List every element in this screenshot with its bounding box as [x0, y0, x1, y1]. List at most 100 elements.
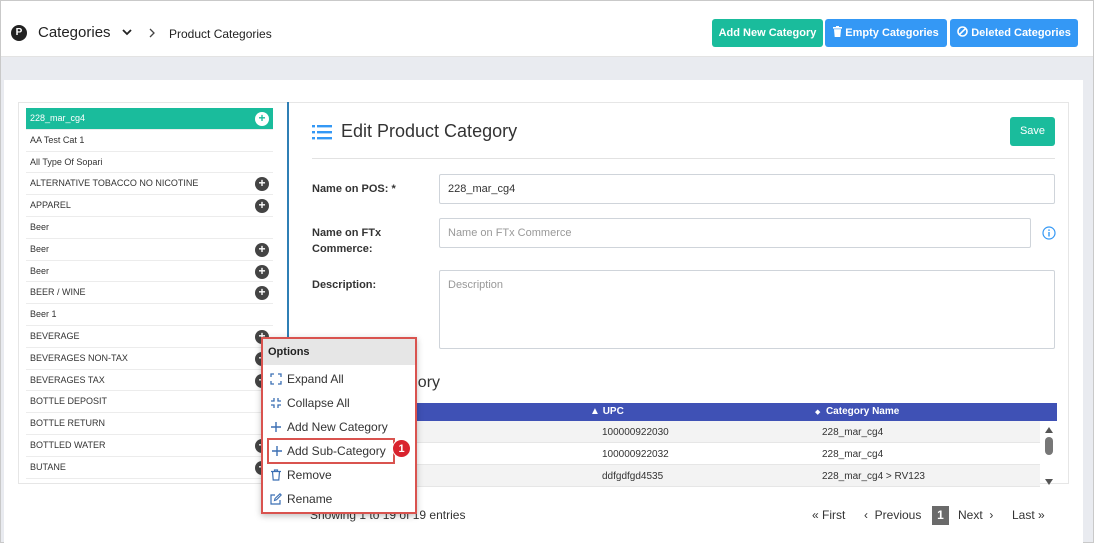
tree-item[interactable]: BEER / WINE + [26, 282, 273, 305]
next-page-link[interactable]: Next › [958, 508, 993, 522]
collapse-icon [271, 398, 281, 408]
tree-item[interactable]: BOTTLE RETURN [26, 413, 273, 435]
first-page-link[interactable]: « First [812, 508, 845, 522]
edit-category-title: Edit Product Category [341, 121, 518, 141]
breadcrumb-section[interactable]: Categories [38, 24, 111, 41]
products-table-header: ▲ UPC ◆ Category Name [404, 403, 1057, 421]
add-child-plus-icon[interactable]: + [255, 177, 269, 192]
add-child-plus-icon[interactable]: + [255, 242, 269, 257]
tree-item-label: BOTTLED WATER [30, 439, 106, 450]
row-category: 228_mar_cg4 [822, 449, 884, 460]
current-page[interactable]: 1 [932, 506, 949, 525]
menu-item-label: Remove [287, 468, 332, 482]
tree-item-label: BEVERAGE [30, 330, 80, 341]
add-child-plus-icon[interactable]: + [255, 112, 269, 126]
sort-icon: ◆ [815, 409, 821, 416]
tree-item-label: ALTERNATIVE TOBACCO NO NICOTINE [30, 178, 199, 189]
tree-item[interactable]: Beer [26, 217, 273, 239]
tree-item[interactable]: BEVERAGE + [26, 326, 273, 348]
top-bar: P Categories Product Categories Add New … [1, 1, 1093, 57]
tree-item-label: Beer [30, 265, 50, 276]
menu-item-add-new-category[interactable]: Add New Category [263, 415, 415, 439]
last-page-link[interactable]: Last » [1012, 508, 1045, 522]
empty-categories-label: Empty Categories [845, 27, 939, 39]
tree-item-label: BUTANE [30, 461, 66, 472]
previous-label: Previous [874, 508, 922, 522]
tree-item[interactable]: BUTANE+ [26, 457, 273, 479]
row-upc: 100000922030 [602, 427, 669, 438]
save-button[interactable]: Save [1010, 117, 1055, 146]
menu-item-rename[interactable]: Rename [263, 487, 415, 511]
row-upc: 100000922032 [602, 449, 669, 460]
breadcrumb-page: Product Categories [169, 27, 272, 41]
tree-item[interactable]: BEVERAGES NON-TAX+ [26, 348, 273, 370]
plus-icon [272, 446, 282, 456]
deleted-categories-label: Deleted Categories [971, 27, 1071, 39]
tree-item[interactable]: BOTTLE DEPOSIT [26, 391, 273, 414]
upc-column-header[interactable]: ▲ UPC [590, 406, 624, 417]
table-row[interactable]: 100000922030 228_mar_cg4 [404, 421, 1040, 443]
tree-item[interactable]: BEVERAGES TAX+ [26, 370, 273, 392]
trash-icon [271, 469, 281, 481]
tree-item-label: BOTTLE RETURN [30, 418, 106, 429]
row-category: 228_mar_cg4 [822, 427, 884, 438]
menu-item-label: Rename [287, 492, 333, 506]
menu-item-expand-all[interactable]: Expand All [263, 367, 415, 391]
tree-item[interactable]: ALTERNATIVE TOBACCO NO NICOTINE + [26, 173, 273, 196]
tree-item-label: BEER / WINE [30, 287, 86, 298]
menu-item-remove[interactable]: Remove [263, 463, 415, 487]
add-child-plus-icon[interactable]: + [255, 264, 269, 279]
tree-item-label: Beer [30, 243, 50, 254]
menu-item-collapse-all[interactable]: Collapse All [263, 391, 415, 415]
name-on-pos-input[interactable]: 228_mar_cg4 [439, 174, 1055, 204]
last-label: Last [1012, 508, 1035, 522]
tree-item-label: Beer 1 [30, 309, 57, 320]
name-on-ftx-input[interactable]: Name on FTx Commerce [439, 218, 1031, 248]
info-icon[interactable] [1042, 226, 1056, 240]
description-label: Description: [312, 279, 377, 291]
app-logo-icon: P [11, 25, 27, 41]
table-row[interactable]: 100000922032 228_mar_cg4 [404, 443, 1040, 465]
name-on-pos-label: Name on POS: * [312, 183, 396, 195]
menu-item-add-sub-category[interactable]: Add Sub-Category [267, 438, 395, 464]
empty-categories-button[interactable]: Empty Categories [825, 19, 947, 47]
tree-item[interactable]: Beer 1 [26, 304, 273, 326]
tree-item[interactable]: AA Test Cat 1 [26, 130, 273, 152]
description-textarea[interactable]: Description [439, 270, 1055, 349]
menu-header: Options [263, 339, 415, 365]
tree-item-label: BOTTLE DEPOSIT [30, 396, 108, 407]
tree-item[interactable]: BOTTLED WATER+ [26, 435, 273, 457]
options-context-menu: Options Expand All Collapse All Add New … [261, 337, 417, 514]
tree-item[interactable]: APPAREL + [26, 195, 273, 217]
category-tree: 228_mar_cg4 + AA Test Cat 1 All Type Of Sop… [26, 108, 273, 484]
next-label: Next [958, 508, 983, 522]
trash-icon [833, 26, 843, 37]
tree-item-label: 228_mar_cg4 [30, 113, 86, 123]
table-row[interactable]: ddfgdfgd4535 228_mar_cg4 > RV123 [404, 465, 1040, 487]
tree-item-label: All Type Of Sopari [30, 156, 103, 167]
chevron-down-icon[interactable] [121, 26, 133, 38]
add-new-category-button[interactable]: Add New Category [712, 19, 823, 47]
name-on-ftx-label-line2: Commerce: [312, 243, 373, 255]
tree-item[interactable]: Beer + [26, 261, 273, 283]
table-scrollbar[interactable] [1042, 421, 1056, 488]
row-upc: ddfgdfgd4535 [602, 471, 664, 482]
add-child-plus-icon[interactable]: + [255, 199, 269, 214]
menu-item-label: Expand All [287, 372, 344, 386]
previous-page-link[interactable]: ‹ Previous [864, 508, 921, 522]
tree-item[interactable]: Beer + [26, 239, 273, 261]
menu-item-label: Add New Category [287, 420, 388, 434]
step-badge: 1 [392, 439, 411, 458]
tree-item[interactable]: All Type Of Sopari [26, 152, 273, 174]
name-on-ftx-label-line1: Name on FTx [312, 227, 382, 239]
add-new-category-label: Add New Category [718, 27, 817, 39]
deleted-categories-button[interactable]: Deleted Categories [950, 19, 1078, 47]
add-child-plus-icon[interactable]: + [255, 286, 269, 301]
tree-item[interactable]: 228_mar_cg4 + [26, 108, 273, 130]
category-name-column-header[interactable]: ◆ Category Name [815, 406, 899, 417]
first-label: First [822, 508, 846, 522]
tree-item-label: AA Test Cat 1 [30, 134, 85, 145]
expand-icon [270, 373, 282, 385]
form-divider [312, 158, 1055, 159]
category-name-header-label: Category Name [825, 406, 900, 417]
